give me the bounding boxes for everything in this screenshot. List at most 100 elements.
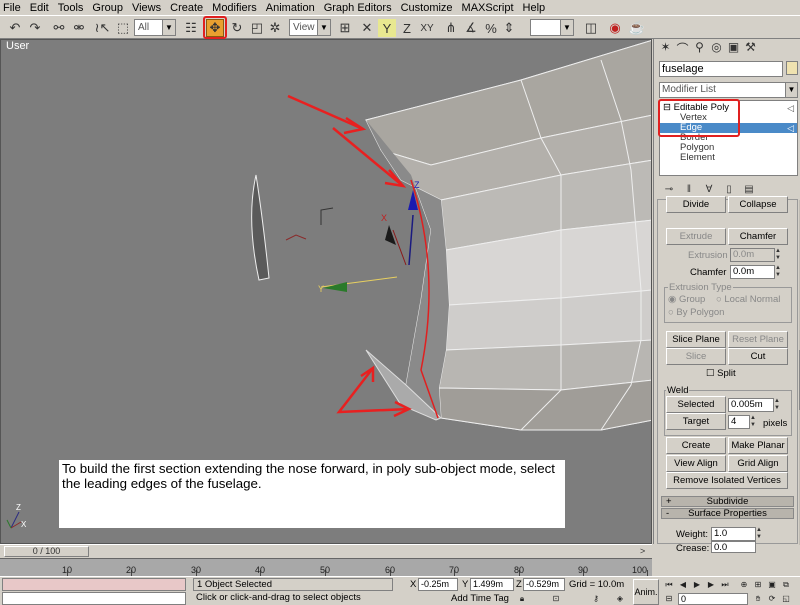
zoom-extents-all-icon[interactable]: ⧉ (780, 579, 792, 590)
stack-item-element[interactable]: Element (660, 153, 797, 163)
percent-snap-icon[interactable]: % (482, 19, 500, 37)
local-normal-radio[interactable]: ○ Local Normal (716, 294, 780, 305)
display-tab-icon[interactable]: ▣ (725, 40, 742, 56)
make-planar-button[interactable]: Make Planar (728, 437, 788, 454)
add-time-tag-button[interactable]: Add Time Tag (451, 593, 509, 604)
menu-file[interactable]: File (3, 1, 21, 15)
arc-rotate-icon[interactable]: ⟳ (766, 593, 778, 604)
weld-threshold-spinner[interactable]: 0.005m ▲ ▼ (728, 398, 780, 412)
spinner-arrows-icon[interactable]: ▲ ▼ (775, 265, 785, 279)
cut-button[interactable]: Cut (728, 348, 788, 365)
extrusion-spinner[interactable]: 0.0m ▲ ▼ (730, 248, 781, 262)
collapse-button[interactable]: Collapse (728, 196, 788, 213)
object-color-swatch[interactable] (786, 61, 798, 75)
go-to-end-icon[interactable]: ⏭ (719, 579, 731, 590)
object-name-field[interactable]: fuselage (659, 61, 783, 77)
pin-icon[interactable]: ◁ (787, 123, 794, 133)
redo-icon[interactable]: ↷ (26, 19, 44, 37)
menu-edit[interactable]: Edit (30, 1, 49, 15)
axis-constraint-z-icon[interactable]: Z (398, 19, 416, 37)
spinner-snap-icon[interactable]: ⇕ (500, 19, 518, 37)
select-region-icon[interactable]: ⬚ (114, 19, 132, 37)
unlink-icon[interactable]: ⚮ (70, 19, 88, 37)
axis-constraint-y-icon[interactable]: Y (378, 19, 396, 37)
gizmo-y-arrow[interactable] (323, 282, 347, 292)
menu-tools[interactable]: Tools (58, 1, 84, 15)
time-slider-thumb[interactable]: 0 / 100 (4, 546, 89, 557)
create-tab-icon[interactable]: ✶ (657, 40, 674, 56)
target-pixels-spinner[interactable]: 4 ▲ ▼ (728, 415, 756, 429)
manipulate-icon[interactable]: ✲ (266, 19, 284, 37)
absolute-mode-icon[interactable]: ⊡ (550, 593, 562, 604)
select-icon[interactable]: ↖ (96, 19, 114, 37)
zoom-all-icon[interactable]: ⊞ (752, 579, 764, 590)
reset-plane-button[interactable]: Reset Plane (728, 331, 788, 348)
menu-animation[interactable]: Animation (266, 1, 315, 15)
undo-icon[interactable]: ↶ (6, 19, 24, 37)
menu-views[interactable]: Views (132, 1, 161, 15)
hierarchy-tab-icon[interactable]: ⚲ (691, 40, 708, 56)
time-slider[interactable]: 0 / 100 > (0, 544, 652, 558)
track-bar[interactable]: 10 20 30 40 50 60 70 80 90 100 (0, 558, 652, 576)
surface-properties-rollout-header[interactable]: - Surface Properties (661, 508, 794, 519)
menu-customize[interactable]: Customize (401, 1, 453, 15)
menu-maxscript[interactable]: MAXScript (462, 1, 514, 15)
maximize-viewport-icon[interactable]: ◱ (780, 593, 792, 604)
weld-selected-button[interactable]: Selected (666, 396, 726, 413)
auto-key-button[interactable]: Anim. (633, 579, 659, 605)
spinner-arrows-icon[interactable]: ▲ ▼ (750, 415, 760, 429)
maxscript-listener-input[interactable] (2, 592, 186, 605)
lock-selection-icon[interactable]: 🔒︎ (516, 593, 528, 604)
quick-render-icon[interactable]: ☕ (628, 19, 646, 37)
axis-constraint-xy-icon[interactable]: XY (418, 19, 436, 37)
spinner-arrows-icon[interactable]: ▲ ▼ (775, 248, 785, 262)
x-coord-field[interactable]: -0.25m (418, 578, 458, 591)
extrude-button[interactable]: Extrude (666, 228, 726, 245)
menu-graph-editors[interactable]: Graph Editors (324, 1, 392, 15)
key-filter-icon[interactable]: ◈ (614, 593, 626, 604)
modifier-list-dropdown[interactable]: Modifier List ▼ (659, 82, 798, 98)
go-to-start-icon[interactable]: ⏮ (663, 579, 675, 590)
z-coord-field[interactable]: -0.529m (523, 578, 565, 591)
mirror-icon[interactable]: ✕ (358, 19, 376, 37)
select-rotate-icon[interactable]: ↻ (228, 19, 246, 37)
create-shape-button[interactable]: Create Shape (666, 437, 726, 466)
utilities-tab-icon[interactable]: ⚒ (742, 40, 759, 56)
chamfer-spinner[interactable]: 0.0m ▲ ▼ (730, 265, 781, 279)
zoom-extents-icon[interactable]: ▣ (766, 579, 778, 590)
pin-icon[interactable]: ◁ (787, 103, 794, 113)
select-by-name-icon[interactable]: ☷ (182, 19, 200, 37)
snap-icon[interactable]: ⋔ (442, 19, 460, 37)
ref-coord-dropdown[interactable]: View ▼ (289, 19, 331, 36)
viewport-label[interactable]: User (6, 40, 29, 52)
play-icon[interactable]: ▶ (691, 579, 703, 590)
menu-group[interactable]: Group (92, 1, 123, 15)
view-align-button[interactable]: View Align (666, 455, 726, 472)
menu-help[interactable]: Help (523, 1, 546, 15)
selection-filter-dropdown[interactable]: All ▼ (134, 19, 176, 36)
menu-create[interactable]: Create (170, 1, 203, 15)
slice-plane-button[interactable]: Slice Plane (666, 331, 726, 348)
menu-modifiers[interactable]: Modifiers (212, 1, 257, 15)
set-key-icon[interactable]: ⚷ (590, 593, 602, 604)
weight-spinner[interactable]: 1.0 ▲ ▼ (711, 527, 762, 541)
by-polygon-radio[interactable]: ○ By Polygon (668, 307, 724, 318)
viewport-user[interactable]: Z Y X Z X User To build the first sectio… (0, 39, 652, 544)
slice-button[interactable]: Slice (666, 348, 726, 365)
link-icon[interactable]: ⚯ (50, 19, 68, 37)
remove-isolated-vertices-button[interactable]: Remove Isolated Vertices (666, 472, 788, 489)
crease-spinner[interactable]: 0.0 (711, 541, 756, 553)
zoom-icon[interactable]: ⊕ (738, 579, 750, 590)
spinner-arrows-icon[interactable]: ▲ ▼ (756, 527, 766, 541)
material-editor-icon[interactable]: ◫ (582, 19, 600, 37)
render-scene-icon[interactable]: ◉ (606, 19, 624, 37)
key-mode-icon[interactable]: ⊟ (663, 593, 675, 604)
motion-tab-icon[interactable]: ◎ (708, 40, 725, 56)
angle-snap-icon[interactable]: ∡ (462, 19, 480, 37)
pivot-icon[interactable]: ⊞ (336, 19, 354, 37)
select-scale-icon[interactable]: ◰ (248, 19, 266, 37)
grid-align-button[interactable]: Grid Align (728, 455, 788, 472)
modify-tab-icon[interactable]: ⌒ (674, 40, 691, 56)
pan-icon[interactable]: ✋︎ (752, 593, 764, 604)
chamfer-button[interactable]: Chamfer (728, 228, 788, 245)
